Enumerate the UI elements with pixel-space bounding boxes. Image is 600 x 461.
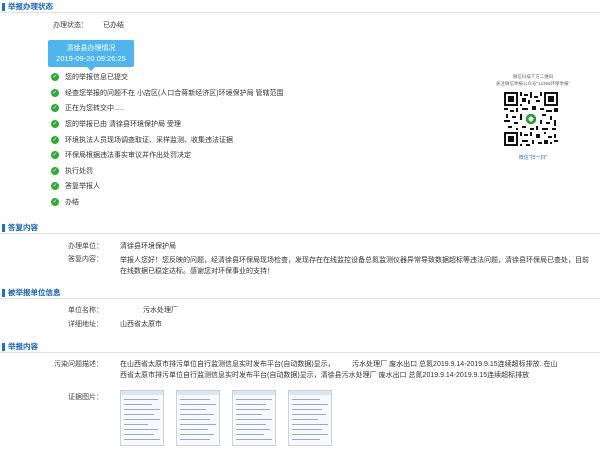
wechat-qr-code [504, 92, 558, 146]
evidence-image[interactable] [232, 390, 276, 446]
section-header-status: 举报办理状态 [0, 0, 600, 13]
progress-step-text: 环保局根据违法事实审议并作出处罚决定 [65, 152, 191, 159]
section-title-report: 举报内容 [8, 342, 38, 351]
progress-step-text: 您的举报信息已提交 [65, 74, 128, 81]
unit-address-value: 山西省太原市 [120, 321, 162, 328]
reply-unit-value: 清徐县环境保护局 [120, 243, 176, 250]
qr-scan-text: 微信"扫一扫" [518, 155, 548, 161]
section-marker [2, 289, 5, 297]
issue-label: 污染问题描述： [54, 361, 103, 368]
evidence-label: 证据图片： [68, 394, 103, 401]
check-icon: ✓ [51, 182, 59, 190]
progress-step-text: 答复举报人 [65, 183, 100, 190]
check-icon: ✓ [51, 73, 59, 81]
progress-box-datetime: 2019-09-20 09:26:25 [56, 54, 126, 63]
progress-step-text: 正在为您转交中..... [65, 105, 124, 112]
section-marker [2, 3, 5, 11]
section-marker [2, 343, 5, 351]
reply-content-label: 答复内容： [68, 256, 103, 263]
issue-value: 在山西省太原市排污单位自行监测信息实时发布平台(自动数据)显示， 污水处理厂 废… [120, 361, 558, 379]
status-value: 已办结 [103, 22, 124, 29]
progress-step-text: 办结 [65, 199, 79, 206]
section-title-reported-unit: 被举报单位信息 [8, 288, 61, 297]
progress-step-text: 您的举报已由 清徐县环境保护局 受理 [65, 121, 181, 128]
progress-step-text: 环境执法人员现场调查取证、采样监测、收集违法证据 [65, 137, 233, 144]
evidence-image[interactable] [176, 390, 220, 446]
section-title-status: 举报办理状态 [8, 2, 53, 11]
qr-caption-line2: 关注微信举报公众号"12369环保举报" [495, 81, 571, 86]
qr-caption-line1: 微信扫描下方二维码 [512, 74, 554, 79]
progress-box-title: 清徐县办理情况 [66, 45, 116, 52]
evidence-image[interactable] [288, 390, 332, 446]
progress-date-box: 清徐县办理情况 2019-09-20 09:26:25 [48, 40, 134, 71]
reply-content-value: 举报人您好！您反映的问题，经清徐县环保局现场检查，发现存在在线监控设备总氮监测仪… [120, 257, 589, 275]
unit-name-label: 单位名称： [68, 307, 103, 314]
reply-unit-label: 办理单位： [68, 243, 103, 250]
section-marker [2, 224, 5, 232]
progress-step-text: 执行处罚 [65, 168, 93, 175]
unit-name-value: 污水处理厂 [143, 307, 178, 314]
evidence-image[interactable] [120, 390, 164, 446]
check-icon: ✓ [51, 167, 59, 175]
check-icon: ✓ [51, 89, 59, 97]
check-icon: ✓ [51, 151, 59, 159]
section-header-reported-unit: 被举报单位信息 [0, 286, 600, 299]
check-icon: ✓ [51, 120, 59, 128]
unit-address-label: 详细地址： [68, 321, 103, 328]
status-label: 办理状态： [53, 22, 88, 29]
section-title-reply: 答复内容 [8, 223, 38, 232]
progress-step-text: 经查您举报的问题不在 小店区(人口合蒋新经济区)环境保护局 管辖范围 [65, 90, 284, 97]
check-icon: ✓ [51, 136, 59, 144]
check-icon: ✓ [51, 104, 59, 112]
section-header-report: 举报内容 [0, 340, 600, 353]
check-icon: ✓ [51, 198, 59, 206]
section-header-reply: 答复内容 [0, 221, 600, 234]
